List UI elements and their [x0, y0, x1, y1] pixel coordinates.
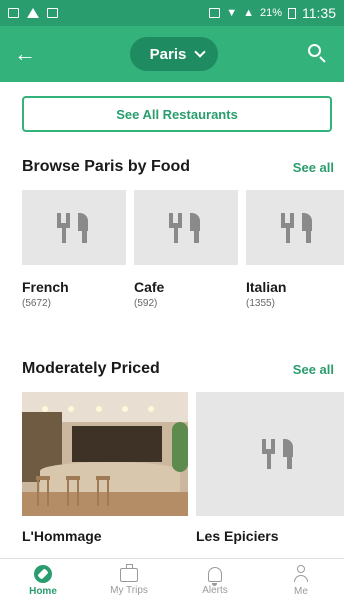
wifi-icon: ▼ — [226, 7, 238, 19]
signal-icon: ▲ — [243, 7, 254, 19]
search-button[interactable] — [306, 42, 330, 66]
food-count: (5672) — [22, 298, 51, 309]
city-selector[interactable]: Paris — [129, 37, 219, 71]
food-section-title: Browse Paris by Food — [22, 158, 191, 175]
nfc-icon — [209, 8, 221, 18]
suitcase-icon — [120, 564, 138, 582]
cutlery-icon — [259, 439, 299, 469]
cutlery-icon — [54, 212, 94, 243]
food-thumbnail — [22, 190, 126, 265]
bottom-navigation: Home My Trips Alerts Me — [0, 558, 344, 602]
status-bar: ▼ ▲ 21% 11:35 — [0, 0, 344, 26]
mail-icon — [47, 8, 58, 18]
restaurant-list: L'Hommage Les Epiciers — [22, 392, 344, 562]
search-icon — [307, 44, 321, 57]
status-system: ▼ ▲ 21% 11:35 — [209, 5, 336, 21]
nav-label: My Trips — [110, 585, 148, 596]
see-all-restaurants-button[interactable]: See All Restaurants — [22, 96, 332, 132]
food-name: Italian — [246, 279, 287, 295]
battery-icon — [288, 7, 296, 19]
app-bar: ← Paris — [0, 26, 344, 82]
nav-alerts[interactable]: Alerts — [175, 566, 255, 596]
nav-home[interactable]: Home — [3, 564, 83, 597]
priced-section-title: Moderately Priced — [22, 360, 160, 377]
status-time: 11:35 — [302, 5, 336, 21]
priced-section-header: Moderately Priced See all — [22, 360, 334, 378]
food-thumbnail — [246, 190, 344, 265]
bell-icon — [208, 566, 222, 586]
nav-label: Alerts — [202, 584, 228, 596]
notification-icon — [8, 8, 19, 18]
cutlery-icon — [278, 212, 318, 243]
person-icon — [293, 564, 309, 583]
nav-me[interactable]: Me — [261, 564, 341, 597]
restaurant-photo — [22, 392, 188, 516]
warning-icon — [27, 8, 39, 18]
restaurant-name: Les Epiciers — [196, 528, 279, 544]
food-thumbnail — [134, 190, 238, 265]
food-category-list: French (5672) Cafe (592) Italian (1355) — [22, 190, 344, 320]
battery-level: 21% — [259, 7, 282, 19]
food-card-cafe[interactable]: Cafe (592) — [134, 190, 238, 309]
nav-label: Home — [29, 585, 57, 597]
nav-label: Me — [294, 585, 308, 597]
cutlery-icon — [166, 212, 206, 243]
restaurant-card-lhommage[interactable]: L'Hommage — [22, 392, 188, 544]
food-count: (592) — [134, 298, 158, 309]
food-name: French — [22, 279, 69, 295]
food-count: (1355) — [246, 298, 275, 309]
food-card-italian[interactable]: Italian (1355) — [246, 190, 344, 309]
priced-see-all-link[interactable]: See all — [293, 362, 334, 377]
arrow-left-icon: ← — [14, 41, 36, 66]
restaurant-photo-placeholder — [196, 392, 344, 516]
food-name: Cafe — [134, 279, 165, 295]
back-button[interactable]: ← — [14, 40, 42, 68]
city-name: Paris — [149, 45, 187, 63]
food-card-french[interactable]: French (5672) — [22, 190, 126, 309]
status-notifications — [8, 8, 58, 18]
nav-my-trips[interactable]: My Trips — [89, 564, 169, 596]
food-section-header: Browse Paris by Food See all — [22, 158, 334, 176]
food-see-all-link[interactable]: See all — [293, 160, 334, 175]
chevron-down-icon — [194, 46, 207, 58]
restaurant-card-les-epiciers[interactable]: Les Epiciers — [196, 392, 344, 544]
restaurant-name: L'Hommage — [22, 528, 102, 544]
compass-icon — [34, 564, 52, 583]
